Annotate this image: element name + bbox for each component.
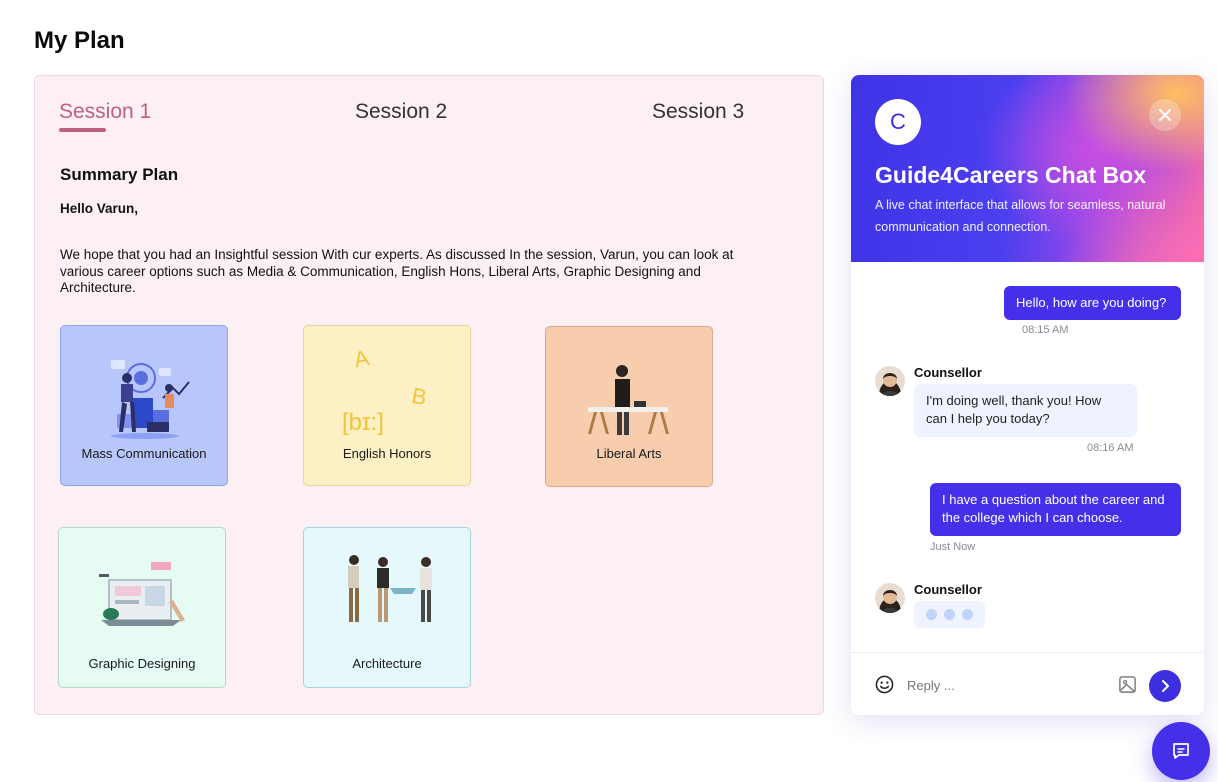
phonetic-glyph: [bɪ:]: [342, 409, 384, 436]
counsellor-message: I'm doing well, thank you! How can I hel…: [914, 384, 1137, 437]
counsellor-name: Counsellor: [914, 365, 982, 380]
summary-title: Summary Plan: [60, 165, 179, 184]
chat-bubble-icon: [1173, 743, 1189, 759]
emoji-button[interactable]: [875, 675, 894, 699]
card-label: Mass Communication: [81, 446, 207, 461]
card-label: Architecture: [352, 656, 422, 671]
counsellor-name: Counsellor: [914, 582, 982, 597]
user-message: Hello, how are you doing?: [1004, 286, 1181, 320]
card-label: Liberal Arts: [596, 446, 662, 461]
plan-panel: Session 1 Session 2 Session 3 Summary Pl…: [34, 75, 824, 715]
person-at-desk-illustration: [588, 365, 669, 435]
chat-title: Guide4Careers Chat Box: [875, 162, 1146, 188]
close-icon: [1159, 109, 1171, 121]
active-tab-indicator: [59, 128, 106, 132]
letter-b-glyph: B: [410, 383, 429, 410]
tab-session-3[interactable]: Session 3: [652, 100, 744, 124]
letter-a-glyph: A: [352, 345, 372, 373]
send-button[interactable]: [1149, 670, 1181, 702]
typing-indicator: [914, 601, 985, 628]
chat-header: C Guide4Careers Chat Box A live chat int…: [851, 75, 1204, 262]
career-card-liberal-arts[interactable]: Liberal Arts: [545, 326, 713, 487]
chevron-right-icon: [1162, 680, 1169, 692]
message-timestamp: Just Now: [930, 541, 976, 553]
smiley-icon: [875, 675, 894, 694]
career-card-architecture[interactable]: Architecture: [303, 527, 471, 688]
page-title: My Plan: [34, 27, 125, 54]
chat-avatar: C: [875, 99, 921, 145]
chat-box: C Guide4Careers Chat Box A live chat int…: [851, 75, 1204, 715]
summary-body: We hope that you had an Insightful sessi…: [60, 247, 734, 295]
typing-dot: [926, 609, 937, 620]
chat-subtitle: A live chat interface that allows for se…: [875, 198, 1166, 234]
attach-image-button[interactable]: [1118, 675, 1137, 699]
tab-session-1[interactable]: Session 1: [59, 100, 151, 124]
tab-session-2[interactable]: Session 2: [355, 100, 447, 124]
counsellor-avatar: [875, 583, 905, 613]
phonetics-illustration: A B [bɪ:]: [342, 345, 429, 436]
card-label: English Honors: [342, 446, 432, 461]
reply-input[interactable]: [907, 671, 1107, 699]
open-chat-button[interactable]: [1152, 722, 1210, 780]
people-analytics-illustration: [111, 360, 190, 439]
typing-dot: [944, 609, 955, 620]
career-card-mass-communication[interactable]: Mass Communication: [60, 325, 228, 486]
user-message: I have a question about the career and t…: [930, 483, 1181, 536]
message-timestamp: 08:15 AM: [1022, 324, 1069, 336]
career-card-graphic-designing[interactable]: Graphic Designing: [58, 527, 226, 688]
typing-dot: [962, 609, 973, 620]
chat-composer: [851, 652, 1204, 715]
chat-close-button[interactable]: [1149, 99, 1181, 131]
image-icon: [1119, 676, 1136, 693]
card-label: Graphic Designing: [88, 656, 196, 671]
career-card-english-honors[interactable]: A B [bɪ:] English Honors: [303, 325, 471, 486]
message-timestamp: 08:16 AM: [1087, 442, 1134, 454]
greeting-text: Hello Varun,: [60, 201, 139, 216]
counsellor-avatar: [875, 366, 905, 396]
